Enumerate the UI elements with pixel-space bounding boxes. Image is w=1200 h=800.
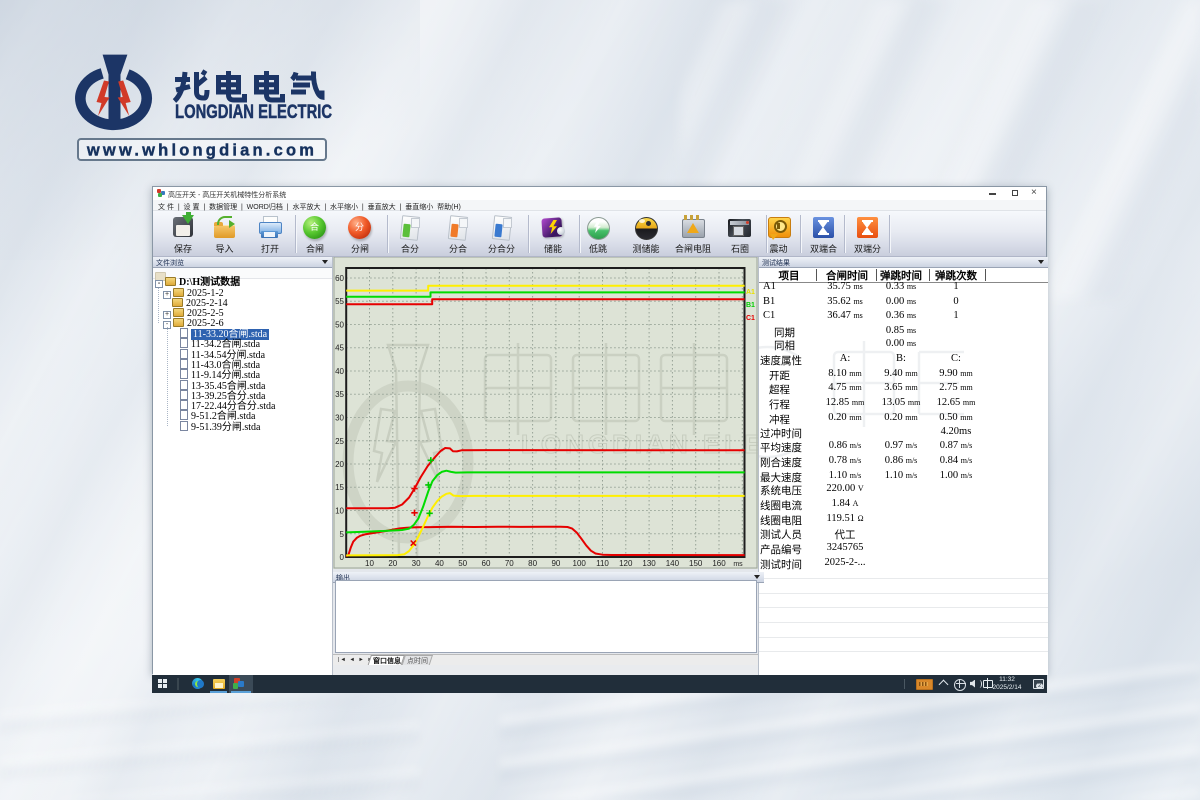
svg-text:80: 80	[528, 559, 537, 568]
svg-text:0: 0	[340, 553, 345, 562]
svg-text:LONGDIAN ELE: LONGDIAN ELE	[521, 429, 758, 459]
svg-text:45: 45	[335, 344, 344, 353]
svg-text:110: 110	[596, 559, 609, 568]
svg-text:A1: A1	[746, 289, 755, 296]
svg-text:60: 60	[335, 274, 344, 283]
svg-text:100: 100	[573, 559, 587, 568]
svg-text:70: 70	[505, 559, 514, 568]
svg-text:120: 120	[619, 559, 633, 568]
svg-text:30: 30	[335, 414, 344, 423]
svg-text:50: 50	[335, 321, 344, 330]
svg-text:20: 20	[335, 460, 344, 469]
svg-text:25: 25	[335, 437, 344, 446]
svg-text:30: 30	[412, 559, 421, 568]
svg-text:50: 50	[458, 559, 467, 568]
svg-text:40: 40	[435, 559, 444, 568]
svg-text:www.whlongdian.com: www.whlongdian.com	[86, 142, 317, 160]
svg-text:130: 130	[642, 559, 656, 568]
svg-text:150: 150	[689, 559, 703, 568]
svg-text:20: 20	[388, 559, 397, 568]
svg-text:15: 15	[335, 483, 344, 492]
svg-text:160: 160	[712, 559, 726, 568]
svg-text:60: 60	[482, 559, 491, 568]
svg-text:C1: C1	[746, 315, 755, 322]
svg-text:10: 10	[335, 507, 344, 516]
svg-text:B1: B1	[746, 302, 755, 309]
svg-text:140: 140	[666, 559, 680, 568]
svg-text:10: 10	[365, 559, 374, 568]
svg-text:55: 55	[335, 297, 344, 306]
svg-text:ms: ms	[733, 561, 743, 568]
svg-text:40: 40	[335, 367, 344, 376]
svg-text:5: 5	[340, 530, 345, 539]
svg-text:90: 90	[551, 559, 560, 568]
svg-text:35: 35	[335, 390, 344, 399]
svg-text:LONGDIAN ELECTRIC: LONGDIAN ELECTRIC	[175, 101, 332, 122]
